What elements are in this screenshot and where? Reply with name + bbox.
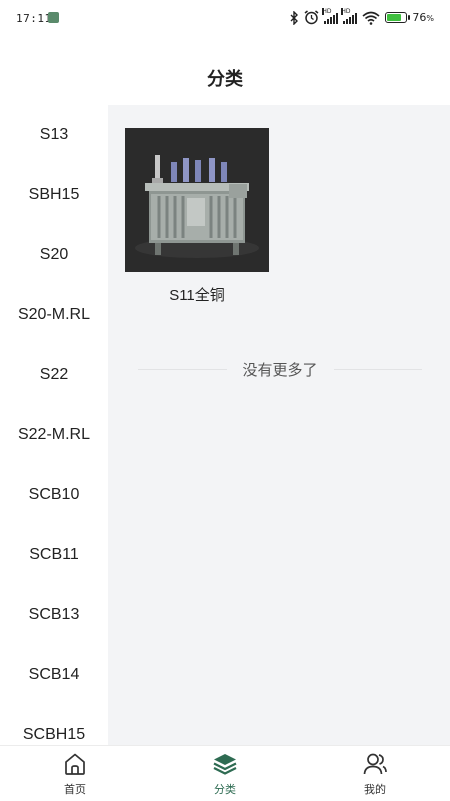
battery-icon bbox=[385, 12, 411, 23]
status-time: 17:11 bbox=[16, 12, 52, 25]
product-panel: S11全铜 没有更多了 bbox=[108, 105, 450, 745]
sidebar-item-scb11[interactable]: SCB11 bbox=[0, 525, 108, 585]
wifi-icon bbox=[362, 11, 380, 25]
end-of-list-text: 没有更多了 bbox=[242, 360, 318, 379]
app-notification-icon bbox=[48, 12, 59, 23]
tab-profile[interactable]: 我的 bbox=[300, 746, 450, 801]
user-icon bbox=[363, 753, 387, 775]
sidebar-item-s20[interactable]: S20 bbox=[0, 225, 108, 285]
tab-category-label: 分类 bbox=[214, 783, 236, 796]
product-image[interactable] bbox=[125, 128, 269, 272]
tab-home[interactable]: 首页 bbox=[0, 746, 150, 801]
divider-line-left bbox=[138, 368, 227, 370]
status-icons: HD HD 76% bbox=[290, 7, 434, 25]
sidebar-item-s22-m-rl[interactable]: S22-M.RL bbox=[0, 405, 108, 465]
end-of-list: 没有更多了 bbox=[138, 359, 423, 379]
sidebar-item-scb13[interactable]: SCB13 bbox=[0, 585, 108, 645]
bottom-tab-bar: 首页 分类 我的 bbox=[0, 745, 450, 801]
signal-2-icon: HD bbox=[341, 7, 358, 24]
sidebar-item-s13[interactable]: S13 bbox=[0, 105, 108, 165]
tab-category[interactable]: 分类 bbox=[150, 746, 300, 801]
status-bar: 17:11 HD HD 76% bbox=[0, 0, 450, 38]
transformer-image bbox=[125, 128, 269, 272]
tab-home-label: 首页 bbox=[64, 783, 86, 796]
divider-line-right bbox=[333, 368, 423, 370]
battery-level: 76% bbox=[412, 11, 434, 24]
sidebar-item-scb14[interactable]: SCB14 bbox=[0, 645, 108, 705]
sidebar-item-s22[interactable]: S22 bbox=[0, 345, 108, 405]
signal-1-icon: HD bbox=[322, 7, 339, 24]
category-sidebar[interactable]: S13 SBH15 S20 S20-M.RL S22 S22-M.RL SCB1… bbox=[0, 105, 108, 745]
sidebar-item-sbh15[interactable]: SBH15 bbox=[0, 165, 108, 225]
sidebar-item-s20-m-rl[interactable]: S20-M.RL bbox=[0, 285, 108, 345]
alarm-icon bbox=[304, 10, 319, 25]
home-icon bbox=[65, 753, 85, 775]
bluetooth-icon bbox=[290, 10, 299, 25]
tab-profile-label: 我的 bbox=[364, 783, 386, 796]
product-card[interactable]: S11全铜 bbox=[125, 128, 269, 305]
layers-icon bbox=[213, 754, 237, 775]
page-title: 分类 bbox=[207, 69, 243, 90]
sidebar-item-scb10[interactable]: SCB10 bbox=[0, 465, 108, 525]
sidebar-item-scbh15[interactable]: SCBH15 bbox=[0, 705, 108, 745]
product-name[interactable]: S11全铜 bbox=[125, 284, 269, 305]
